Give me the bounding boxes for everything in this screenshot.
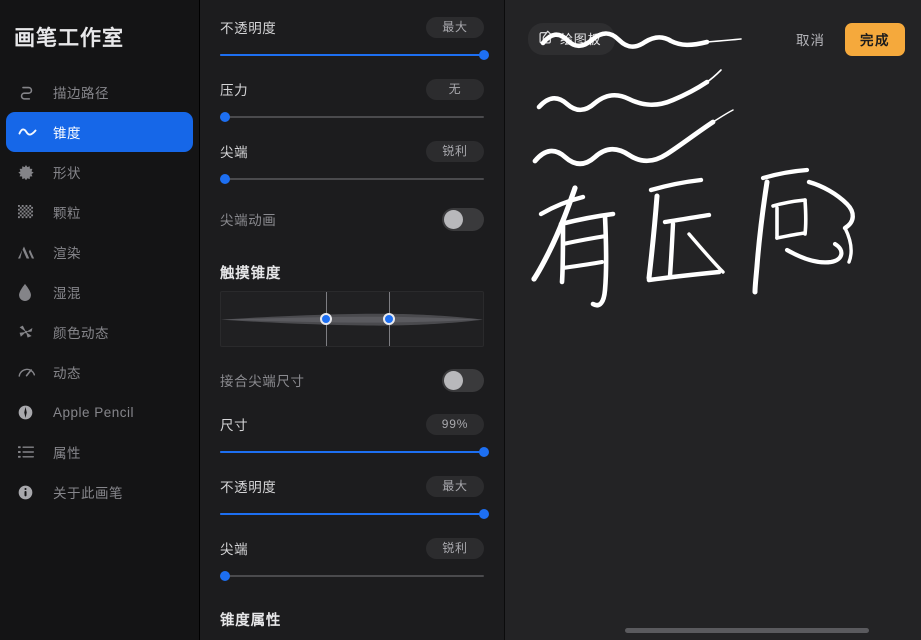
size-slider[interactable] [220,445,489,459]
link-tip-size-toggle[interactable] [442,368,484,392]
toggle-knob [444,209,463,229]
setting-row-tip: 尖端 锐利 [220,124,484,186]
sidebar-item-label: 描边路径 [53,86,109,101]
properties-icon [18,442,44,462]
tip-animation-toggle[interactable] [442,207,484,231]
section-title-touch-taper: 触摸锥度 [220,266,282,282]
taper-handle-left[interactable] [319,313,332,325]
stroke-path-icon [18,82,44,102]
slider-knob[interactable] [220,571,230,581]
apple-pencil-icon [18,402,44,422]
setting-label: 尖端 [220,542,249,557]
setting-value-pill[interactable]: 99% [426,413,484,435]
home-indicator [625,628,869,633]
sidebar-item-label: 颗粒 [53,206,81,221]
setting-value-pill[interactable]: 最大 [426,16,484,38]
slider-knob[interactable] [220,112,230,122]
setting-row-link-tip-size: 接合尖端尺寸 [220,363,484,397]
setting-label: 尖端动画 [220,213,277,228]
sidebar-item-label: 关于此画笔 [53,486,123,501]
preview-toolbar: 绘图板 取消 完成 [505,0,921,78]
setting-row-tip-animation: 尖端动画 [220,202,484,236]
sidebar-item-label: 湿混 [53,286,81,301]
taper-handle-right[interactable] [382,313,395,325]
sidebar-item-dynamics[interactable]: 动态 [6,352,193,392]
grain-icon [18,202,44,222]
sidebar-item-taper[interactable]: 锥度 [6,112,193,152]
cancel-button[interactable]: 取消 [796,29,825,49]
setting-row-tip-touch: 尖端 锐利 [220,521,484,583]
sidebar-item-stroke-path[interactable]: 描边路径 [6,72,193,112]
settings-panel: 不透明度 最大 压力 无 尖端 锐利 尖端动画 触摸锥度 接合尖端尺寸 尺寸 9… [200,0,505,640]
drawpad-button[interactable]: 绘图板 [528,23,616,55]
setting-label: 接合尖端尺寸 [220,374,305,389]
taper-icon [18,122,44,142]
setting-value-pill[interactable]: 无 [426,78,484,100]
setting-row-classic-taper: 经典锥度 [220,636,484,640]
rendering-icon [18,242,44,262]
pressure-slider[interactable] [220,110,484,124]
setting-label: 不透明度 [220,21,277,36]
slider-track [220,575,484,577]
sidebar-item-label: 颜色动态 [53,326,109,341]
sidebar-nav: 描边路径 锥度 形状 颗粒 渲染 湿混 颜色动态 动态 Apple Pencil… [0,72,199,512]
sidebar-item-label: 动态 [53,366,81,381]
slider-knob[interactable] [479,447,489,457]
slider-fill [220,54,484,56]
sidebar-item-properties[interactable]: 属性 [6,432,193,472]
sidebar-item-shape[interactable]: 形状 [6,152,193,192]
sidebar-item-wet-mix[interactable]: 湿混 [6,272,193,312]
sidebar-item-color-dynamics[interactable]: 颜色动态 [6,312,193,352]
done-button[interactable]: 完成 [845,22,905,56]
setting-value-pill[interactable]: 锐利 [426,140,484,162]
sidebar-item-label: 渲染 [53,246,81,261]
touch-taper-graph[interactable] [220,291,484,347]
preview-pane: 绘图板 取消 完成 [505,0,921,640]
brush-studio-window: 画笔工作室 描边路径 锥度 形状 颗粒 渲染 湿混 颜色动态 动态 Apple … [0,0,921,640]
taper-shape [221,313,483,326]
toggle-knob [444,370,463,390]
sidebar-item-about-brush[interactable]: 关于此画笔 [6,472,193,512]
sidebar-item-label: Apple Pencil [53,404,135,420]
sidebar-item-grain[interactable]: 颗粒 [6,192,193,232]
opacity-slider[interactable] [220,48,489,62]
slider-track [220,116,484,118]
setting-row-opacity-pencil: 不透明度 最大 [220,0,489,62]
slider-knob[interactable] [479,50,489,60]
setting-label: 不透明度 [220,480,277,495]
sidebar-item-label: 属性 [53,446,81,461]
sidebar-item-label: 锥度 [53,126,81,141]
sidebar-item-rendering[interactable]: 渲染 [6,232,193,272]
shape-icon [18,162,44,182]
about-icon [18,482,44,502]
section-title-taper-properties: 锥度属性 [220,613,282,629]
slider-track [220,178,484,180]
sidebar-item-apple-pencil[interactable]: Apple Pencil [6,392,193,432]
slider-fill [220,513,484,515]
page-title: 画笔工作室 [14,27,124,50]
setting-label: 尖端 [220,145,249,160]
tip-touch-slider[interactable] [220,569,484,583]
color-dynamics-icon [18,322,44,342]
slider-knob[interactable] [479,509,489,519]
setting-label: 压力 [220,83,249,98]
tip-slider[interactable] [220,172,484,186]
slider-fill [220,451,484,453]
setting-value-pill[interactable]: 锐利 [426,537,484,559]
setting-row-size: 尺寸 99% [220,397,489,459]
wet-mix-icon [18,282,44,302]
opacity-touch-slider[interactable] [220,507,489,521]
slider-knob[interactable] [220,174,230,184]
drawpad-label: 绘图板 [560,32,602,47]
setting-label: 尺寸 [220,418,249,433]
setting-row-opacity-touch: 不透明度 最大 [220,459,489,521]
edit-pencil-icon [539,30,553,47]
setting-row-pressure: 压力 无 [220,62,484,124]
setting-value-pill[interactable]: 最大 [426,475,484,497]
sidebar: 画笔工作室 描边路径 锥度 形状 颗粒 渲染 湿混 颜色动态 动态 Apple … [0,0,200,640]
sidebar-item-label: 形状 [53,166,81,181]
brush-preview-strokes [531,31,855,308]
dynamics-icon [18,362,44,382]
